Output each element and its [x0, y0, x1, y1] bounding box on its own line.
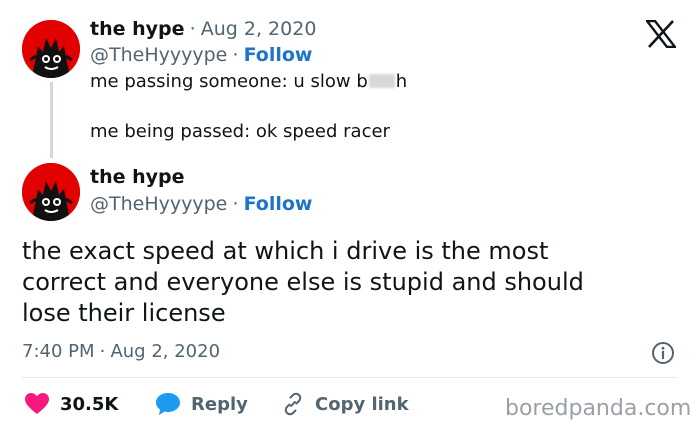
tweet-date[interactable]: Aug 2, 2020	[201, 18, 317, 40]
reply-bubble-icon	[156, 393, 180, 415]
main-tweet-handle-row: @TheHyyyype · Follow	[90, 193, 313, 215]
avatar[interactable]	[22, 163, 80, 221]
divider	[22, 377, 677, 378]
reply-tweet-header: the hype · Aug 2, 2020	[90, 18, 316, 40]
display-name[interactable]: the hype	[90, 166, 185, 188]
thread-line	[50, 82, 53, 158]
avatar[interactable]	[22, 20, 80, 78]
reply-tweet-line-1: me passing someone: u slow b h	[90, 71, 407, 93]
follow-button[interactable]: Follow	[244, 44, 313, 66]
like-button[interactable]: 30.5K	[24, 392, 118, 416]
timestamp-row: 7:40 PM · Aug 2, 2020	[22, 341, 220, 362]
reply-text-part: me passing someone: u slow b	[90, 71, 368, 92]
censor-blur	[368, 74, 395, 88]
separator: ·	[232, 44, 239, 66]
tweet-date[interactable]: Aug 2, 2020	[110, 341, 220, 362]
separator: ·	[99, 341, 106, 362]
tweet-time[interactable]: 7:40 PM	[22, 341, 95, 362]
heart-icon	[25, 393, 49, 414]
link-icon	[284, 392, 302, 416]
handle[interactable]: @TheHyyyype	[90, 193, 227, 215]
handle[interactable]: @TheHyyyype	[90, 44, 227, 66]
display-name[interactable]: the hype	[90, 18, 185, 40]
separator: ·	[189, 18, 196, 40]
separator: ·	[232, 193, 239, 215]
reply-label: Reply	[191, 393, 248, 415]
like-count: 30.5K	[60, 393, 119, 415]
reply-tweet-handle-row: @TheHyyyype · Follow	[90, 44, 313, 66]
copy-link-button[interactable]: Copy link	[281, 392, 409, 416]
info-icon[interactable]	[651, 341, 675, 365]
copy-link-label: Copy link	[315, 393, 409, 415]
tweet-text: the exact speed at which i drive is the …	[22, 237, 584, 327]
x-logo-icon[interactable]	[644, 19, 678, 49]
reply-text-part: h	[395, 71, 408, 92]
follow-button[interactable]: Follow	[244, 193, 313, 215]
reply-tweet-line-2: me being passed: ok speed racer	[90, 121, 390, 142]
watermark: boredpanda.com	[505, 396, 692, 421]
reply-button[interactable]: Reply	[155, 392, 248, 416]
